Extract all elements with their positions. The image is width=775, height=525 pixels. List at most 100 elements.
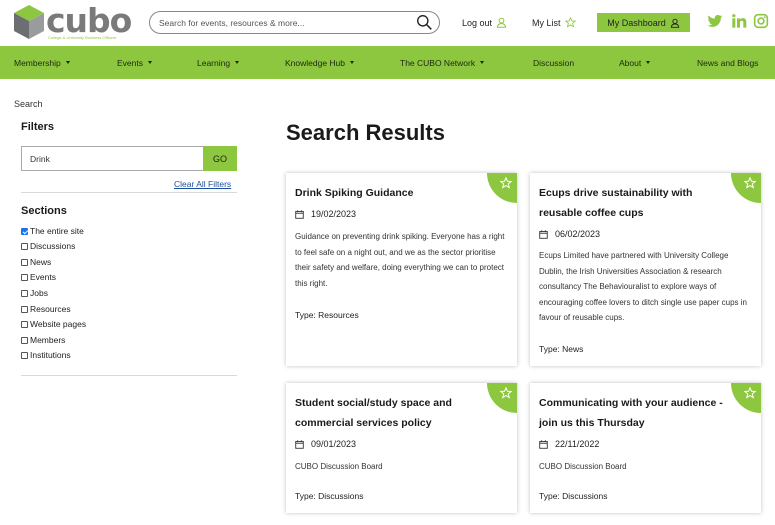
checkbox[interactable] xyxy=(21,273,28,281)
section-label: Discussions xyxy=(30,241,76,251)
section-option[interactable]: Resources xyxy=(21,304,71,314)
favourite-button[interactable] xyxy=(731,173,761,203)
card-date: 06/02/2023 xyxy=(539,229,600,239)
favourite-button[interactable] xyxy=(487,383,517,413)
nav-label: Membership xyxy=(14,57,61,68)
page-title: Search Results xyxy=(286,120,445,145)
sections-heading: Sections xyxy=(21,205,67,217)
nav-label: About xyxy=(619,57,642,68)
section-label: News xyxy=(30,257,52,267)
star-icon xyxy=(500,387,512,399)
section-option[interactable]: Institutions xyxy=(21,350,71,360)
card-date: 19/02/2023 xyxy=(295,209,356,219)
card-type: Type: Discussions xyxy=(295,491,364,501)
result-card: Drink Spiking Guidance 19/02/2023 Guidan… xyxy=(286,173,517,366)
card-date-text: 19/02/2023 xyxy=(311,209,357,219)
section-label: Members xyxy=(30,335,66,345)
checkbox[interactable] xyxy=(21,289,28,297)
star-icon xyxy=(744,387,756,399)
card-type: Type: Resources xyxy=(295,310,359,320)
linkedin-icon[interactable] xyxy=(731,13,747,29)
search-icon[interactable] xyxy=(416,14,433,31)
checkbox[interactable] xyxy=(21,227,28,235)
star-icon xyxy=(744,177,756,189)
nav-item-learning[interactable]: Learning xyxy=(197,46,240,79)
chevron-down-icon xyxy=(480,61,485,64)
card-title[interactable]: Communicating with your audience - join … xyxy=(539,393,734,433)
card-date: 09/01/2023 xyxy=(295,439,356,449)
section-option[interactable]: Discussions xyxy=(21,241,75,251)
divider xyxy=(21,375,237,376)
logo-tagline: College & University Business Officers xyxy=(48,35,117,40)
chevron-down-icon xyxy=(646,61,651,64)
go-button[interactable]: GO xyxy=(203,146,237,171)
card-title[interactable]: Drink Spiking Guidance xyxy=(295,183,490,203)
section-option[interactable]: Website pages xyxy=(21,319,86,329)
site-search-input[interactable] xyxy=(159,15,409,30)
card-title[interactable]: Ecups drive sustainability with reusable… xyxy=(539,183,734,223)
section-option[interactable]: Members xyxy=(21,335,65,345)
nav-item-events[interactable]: Events xyxy=(117,46,152,79)
nav-label: Knowledge Hub xyxy=(285,57,346,68)
section-option[interactable]: Jobs xyxy=(21,288,48,298)
calendar-icon xyxy=(295,209,304,219)
chevron-down-icon xyxy=(235,61,240,64)
nav-item-about[interactable]: About xyxy=(619,46,651,79)
checkbox[interactable] xyxy=(21,336,28,344)
favourite-button[interactable] xyxy=(487,173,517,203)
checkbox[interactable] xyxy=(21,351,28,359)
site-search xyxy=(149,11,440,34)
section-option[interactable]: News xyxy=(21,257,51,267)
checkbox[interactable] xyxy=(21,320,28,328)
filters-heading: Filters xyxy=(21,121,55,133)
nav-label: Learning xyxy=(197,57,231,68)
logout-link[interactable]: Log out xyxy=(462,17,507,28)
card-description: CUBO Discussion Board xyxy=(295,462,383,471)
card-type: Type: News xyxy=(539,344,584,354)
cubo-logo[interactable]: cubo College & University Business Offic… xyxy=(13,1,135,42)
chevron-down-icon xyxy=(148,61,152,64)
my-dashboard-button[interactable]: My Dashboard xyxy=(597,13,690,32)
nav-item-discussion[interactable]: Discussion xyxy=(533,46,574,79)
instagram-icon[interactable] xyxy=(753,13,769,29)
dashboard-label: My Dashboard xyxy=(607,17,666,28)
nav-item-membership[interactable]: Membership xyxy=(14,46,70,79)
nav-label: News and Blogs xyxy=(697,57,759,68)
clear-filters-link[interactable]: Clear All Filters xyxy=(174,179,231,189)
cube-logo-icon xyxy=(14,5,44,39)
card-description: Guidance on preventing drink spiking. Ev… xyxy=(295,232,505,288)
section-option[interactable]: Events xyxy=(21,272,56,282)
section-option[interactable]: The entire site xyxy=(21,226,84,236)
section-label: The entire site xyxy=(30,226,84,236)
nav-label: Events xyxy=(117,57,143,68)
main-nav: Membership Events Learning Knowledge Hub… xyxy=(0,46,775,79)
calendar-icon xyxy=(539,229,548,239)
filter-keyword-input[interactable] xyxy=(21,146,203,171)
section-label: Resources xyxy=(30,304,71,314)
result-card: Ecups drive sustainability with reusable… xyxy=(530,173,761,366)
nav-item-cubo-network[interactable]: The CUBO Network xyxy=(400,46,485,79)
chevron-down-icon xyxy=(350,61,355,64)
result-card: Student social/study space and commercia… xyxy=(286,383,517,513)
user-icon xyxy=(496,17,507,28)
twitter-icon[interactable] xyxy=(707,13,723,29)
nav-item-news-blogs[interactable]: News and Blogs xyxy=(697,46,758,79)
calendar-icon xyxy=(295,439,304,449)
card-title[interactable]: Student social/study space and commercia… xyxy=(295,393,490,433)
nav-item-knowledge-hub[interactable]: Knowledge Hub xyxy=(285,46,355,79)
checkbox[interactable] xyxy=(21,258,28,266)
card-date-text: 09/01/2023 xyxy=(311,439,357,449)
mylist-link[interactable]: My List xyxy=(532,17,576,28)
section-label: Events xyxy=(30,272,56,282)
favourite-button[interactable] xyxy=(731,383,761,413)
card-description: Ecups Limited have partnered with Univer… xyxy=(539,251,747,322)
breadcrumb: Search xyxy=(14,99,43,109)
checkbox[interactable] xyxy=(21,242,28,250)
card-type: Type: Discussions xyxy=(539,491,608,501)
nav-label: Discussion xyxy=(533,57,575,68)
star-icon xyxy=(500,177,512,189)
card-date: 22/11/2022 xyxy=(539,439,599,449)
card-date-text: 06/02/2023 xyxy=(555,229,601,239)
checkbox[interactable] xyxy=(21,305,28,313)
section-label: Institutions xyxy=(30,350,71,360)
